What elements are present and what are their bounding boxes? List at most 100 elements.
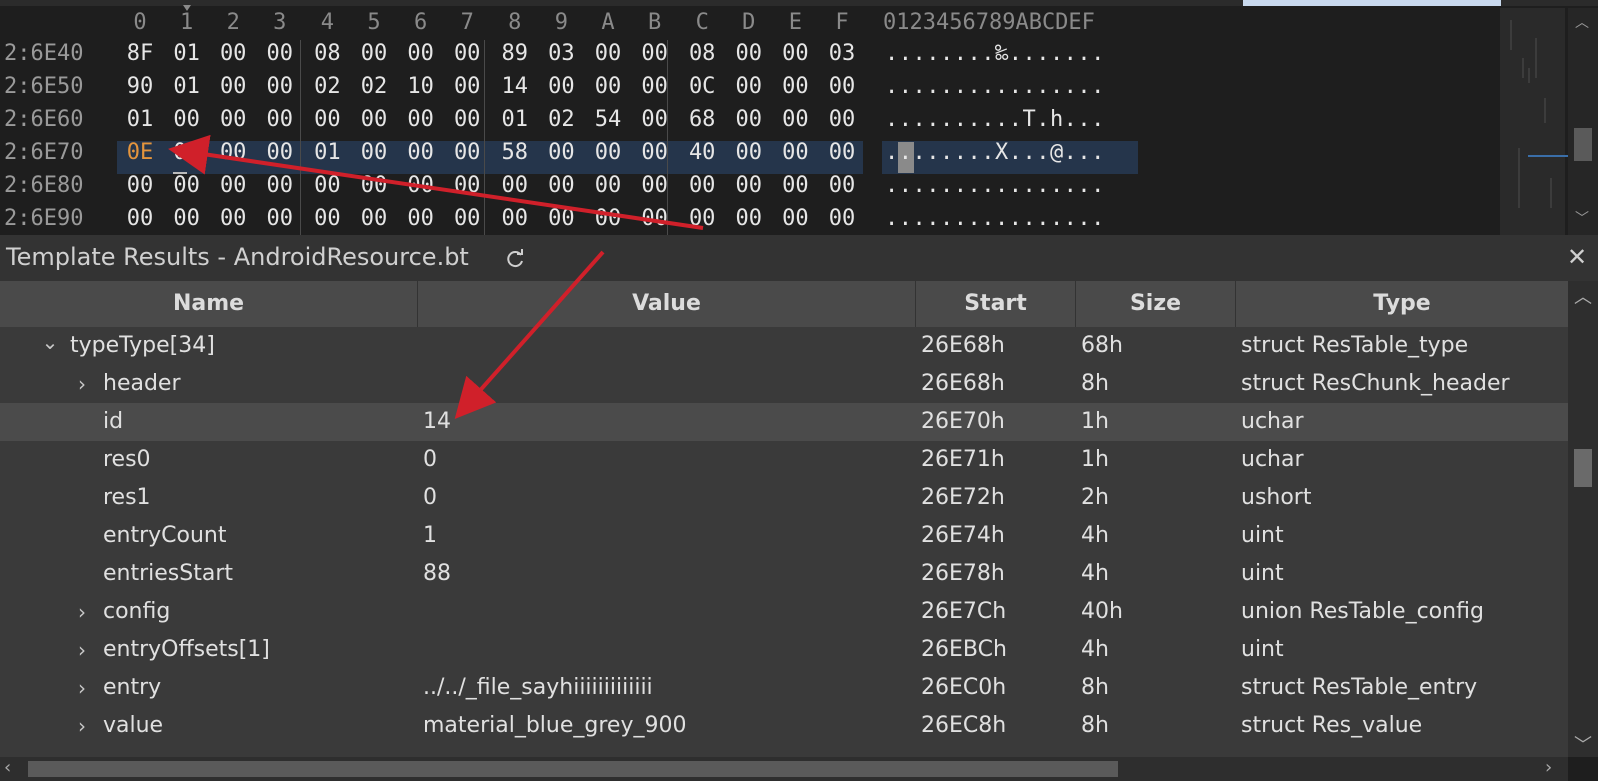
hex-byte[interactable]: 00 bbox=[772, 41, 818, 66]
hex-byte[interactable]: 00 bbox=[257, 74, 303, 99]
column-header-value[interactable]: Value bbox=[418, 281, 916, 327]
hex-byte[interactable]: 00 bbox=[585, 173, 631, 198]
hex-byte[interactable]: 00 bbox=[726, 107, 772, 132]
hex-byte[interactable]: 00 bbox=[210, 173, 256, 198]
hex-byte[interactable]: 00 bbox=[585, 41, 631, 66]
hex-byte[interactable]: 02 bbox=[351, 74, 397, 99]
hex-byte[interactable]: 54 bbox=[585, 107, 631, 132]
ascii-text[interactable]: ..........T.h... bbox=[885, 107, 1105, 132]
hex-byte[interactable]: 00 bbox=[772, 107, 818, 132]
ascii-text[interactable]: ........‰....... bbox=[885, 41, 1105, 66]
tr-hscroll-thumb[interactable] bbox=[28, 761, 1118, 777]
tree-row[interactable]: ⌄ typeType[34] 26E68h 68h struct ResTable_ty… bbox=[0, 327, 1568, 365]
chevron-right-icon[interactable]: › bbox=[72, 631, 92, 669]
hex-byte[interactable]: 00 bbox=[257, 140, 303, 165]
hex-byte[interactable]: 00 bbox=[351, 173, 397, 198]
hex-byte[interactable]: 00 bbox=[398, 173, 444, 198]
hex-byte[interactable]: 00 bbox=[819, 173, 865, 198]
hex-byte[interactable]: 00 bbox=[585, 206, 631, 231]
tree-row[interactable]: entryCount 1 26E74h 4h uint bbox=[0, 517, 1568, 555]
hex-byte[interactable]: 01 bbox=[304, 140, 350, 165]
tree-row[interactable]: entriesStart 88 26E78h 4h uint bbox=[0, 555, 1568, 593]
hex-byte[interactable]: 00 bbox=[351, 41, 397, 66]
hex-view[interactable]: 0123456789ABCDEF 0123456789ABCDEF 2:6E40… bbox=[0, 0, 1598, 235]
hex-byte[interactable]: 00 bbox=[257, 206, 303, 231]
chevron-right-icon[interactable]: › bbox=[72, 365, 92, 403]
ascii-text[interactable]: ........X...@... bbox=[885, 140, 1105, 165]
hex-byte[interactable]: 00 bbox=[257, 173, 303, 198]
hex-byte[interactable]: 00 bbox=[257, 107, 303, 132]
scroll-up-icon[interactable]: ︿ bbox=[1575, 12, 1589, 32]
hex-byte[interactable]: 00 bbox=[210, 74, 256, 99]
hex-byte[interactable]: 00 bbox=[679, 173, 725, 198]
tree-row[interactable]: res0 0 26E71h 1h uchar bbox=[0, 441, 1568, 479]
scroll-up-icon[interactable]: ︿ bbox=[1574, 283, 1592, 309]
hex-byte[interactable]: 00 bbox=[632, 140, 678, 165]
hex-byte[interactable]: 00 bbox=[398, 41, 444, 66]
hex-byte[interactable]: 00 bbox=[351, 206, 397, 231]
hex-byte[interactable]: 89 bbox=[492, 41, 538, 66]
hex-byte[interactable]: 08 bbox=[304, 41, 350, 66]
hex-minimap[interactable] bbox=[1500, 8, 1565, 235]
hex-byte[interactable]: 00 bbox=[772, 74, 818, 99]
scroll-down-icon[interactable]: ﹀ bbox=[1574, 731, 1592, 757]
hex-byte[interactable]: 02 bbox=[538, 107, 584, 132]
chevron-right-icon[interactable]: › bbox=[72, 593, 92, 631]
hex-vscroll-thumb[interactable] bbox=[1574, 128, 1592, 161]
hex-byte[interactable]: 01 bbox=[164, 74, 210, 99]
ascii-text[interactable]: ................ bbox=[885, 206, 1105, 231]
tree-row[interactable]: › entry ../../_file_sayhiiiiiiiiiiiii 26EC0… bbox=[0, 669, 1568, 707]
hex-byte[interactable]: 40 bbox=[679, 140, 725, 165]
chevron-down-icon[interactable]: ⌄ bbox=[40, 327, 60, 365]
hex-byte[interactable]: 00 bbox=[398, 206, 444, 231]
hex-byte[interactable]: 00 bbox=[819, 140, 865, 165]
hex-byte[interactable]: 00 bbox=[585, 74, 631, 99]
scroll-right-icon[interactable]: › bbox=[1545, 757, 1552, 778]
hex-vertical-scrollbar[interactable]: ︿ ﹀ bbox=[1568, 8, 1598, 235]
tr-vscroll-thumb[interactable] bbox=[1574, 449, 1592, 487]
hex-byte[interactable]: 02 bbox=[304, 74, 350, 99]
tree-row[interactable]: › value material_blue_grey_900 26EC8h 8h stru… bbox=[0, 707, 1568, 745]
hex-byte[interactable]: 00 bbox=[772, 173, 818, 198]
close-icon[interactable]: ✕ bbox=[1565, 245, 1589, 269]
hex-byte[interactable]: 00 bbox=[538, 173, 584, 198]
hex-byte[interactable]: 00 bbox=[210, 107, 256, 132]
hex-byte[interactable]: 01 bbox=[117, 107, 163, 132]
hex-byte[interactable]: 00 bbox=[726, 173, 772, 198]
tree-row[interactable]: › entryOffsets[1] 26EBCh 4h uint bbox=[0, 631, 1568, 669]
tree-row[interactable]: res1 0 26E72h 2h ushort bbox=[0, 479, 1568, 517]
template-results-vertical-scrollbar[interactable]: ︿ ﹀ bbox=[1568, 281, 1598, 757]
refresh-icon[interactable] bbox=[504, 248, 526, 270]
hex-byte[interactable]: 00 bbox=[538, 74, 584, 99]
hex-byte[interactable]: 03 bbox=[819, 41, 865, 66]
column-header-type[interactable]: Type bbox=[1236, 281, 1568, 327]
hex-byte[interactable]: 00 bbox=[492, 206, 538, 231]
hex-byte[interactable]: 08 bbox=[679, 41, 725, 66]
hex-byte[interactable]: 00 bbox=[492, 173, 538, 198]
hex-byte[interactable]: 00 bbox=[257, 41, 303, 66]
hex-byte[interactable]: 01 bbox=[164, 41, 210, 66]
hex-byte[interactable]: 00 bbox=[304, 173, 350, 198]
hex-byte[interactable]: 58 bbox=[492, 140, 538, 165]
hex-byte[interactable]: 00 bbox=[398, 107, 444, 132]
hex-byte[interactable]: 00 bbox=[117, 173, 163, 198]
hex-byte[interactable]: 00 bbox=[632, 74, 678, 99]
hex-byte[interactable]: 68 bbox=[679, 107, 725, 132]
column-header-size[interactable]: Size bbox=[1076, 281, 1236, 327]
hex-byte[interactable]: 00 bbox=[210, 41, 256, 66]
hex-byte[interactable]: 0C bbox=[679, 74, 725, 99]
hex-byte[interactable]: 90 bbox=[117, 74, 163, 99]
hex-byte[interactable]: 00 bbox=[726, 74, 772, 99]
hex-byte[interactable]: 00 bbox=[819, 74, 865, 99]
hex-byte[interactable]: 14 bbox=[492, 74, 538, 99]
hex-byte[interactable]: 00 bbox=[726, 206, 772, 231]
hex-byte[interactable]: 00 bbox=[819, 206, 865, 231]
hex-byte[interactable]: 00 bbox=[726, 41, 772, 66]
hex-byte[interactable]: 00 bbox=[538, 140, 584, 165]
chevron-right-icon[interactable]: › bbox=[72, 669, 92, 707]
chevron-right-icon[interactable]: › bbox=[72, 707, 92, 745]
hex-byte[interactable]: 8F bbox=[117, 41, 163, 66]
hex-byte[interactable]: 00 bbox=[351, 107, 397, 132]
hex-byte[interactable]: 00 bbox=[164, 206, 210, 231]
scroll-left-icon[interactable]: ‹ bbox=[4, 757, 11, 778]
